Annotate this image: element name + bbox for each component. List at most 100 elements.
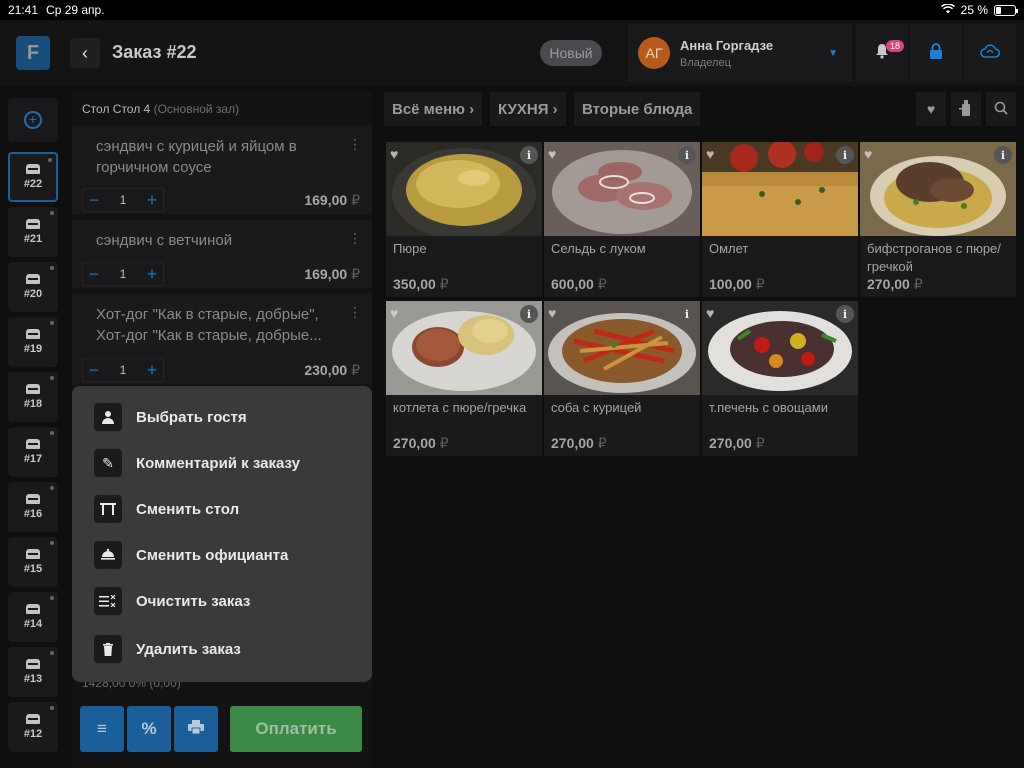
person-icon	[94, 403, 122, 431]
heart-icon[interactable]: ♥	[864, 146, 872, 162]
order-item[interactable]: Хот-дог "Как в старые, добрые", Хот-дог …	[72, 294, 372, 384]
product-price: 270,00 ₽	[551, 435, 607, 451]
product-card[interactable]: ♥ i Сельдь с луком 600,00 ₽	[544, 142, 700, 297]
quantity-value: 1	[119, 193, 127, 207]
status-badge[interactable]: Новый	[540, 40, 602, 66]
wifi-icon	[940, 3, 955, 17]
product-card[interactable]: ♥ i Омлет 100,00 ₽	[702, 142, 858, 297]
table-tab-12[interactable]: #12	[8, 702, 58, 752]
minus-button[interactable]: −	[83, 360, 105, 381]
menu-item-delete-order[interactable]: Удалить заказ	[94, 634, 241, 664]
menu-item-change-table[interactable]: Сменить стол	[94, 494, 239, 524]
discount-button[interactable]: %	[127, 706, 171, 752]
status-time: 21:41	[8, 3, 39, 17]
breadcrumb-all-menu[interactable]: Всё меню ›	[384, 92, 483, 126]
product-price: 600,00 ₽	[551, 276, 607, 292]
more-vertical-icon[interactable]: ⋮	[348, 304, 362, 321]
menu-item-order-comment[interactable]: ✎ Комментарий к заказу	[94, 448, 300, 478]
plus-button[interactable]: +	[141, 190, 163, 211]
pay-button[interactable]: Оплатить	[230, 706, 362, 752]
plus-button[interactable]: +	[141, 264, 163, 285]
info-icon[interactable]: i	[520, 146, 538, 164]
heart-icon[interactable]: ♥	[706, 146, 714, 162]
status-bar: 21:41 Ср 29 апр. 25 %	[0, 0, 1024, 20]
quantity-value: 1	[119, 267, 127, 281]
heart-icon[interactable]: ♥	[390, 305, 398, 321]
quantity-stepper: − 1 +	[82, 262, 164, 286]
product-card[interactable]: ♥ i бифстроганов с пюре/гречкой 270,00 ₽	[860, 142, 1016, 297]
product-image	[386, 142, 542, 236]
heart-icon[interactable]: ♥	[390, 146, 398, 162]
app-logo[interactable]: F	[16, 36, 50, 70]
info-icon[interactable]: i	[836, 305, 854, 323]
cloud-sync-button[interactable]	[964, 24, 1016, 82]
minus-button[interactable]: −	[83, 264, 105, 285]
filter-button[interactable]	[951, 92, 981, 126]
heart-icon[interactable]: ♥	[706, 305, 714, 321]
table-tab-16[interactable]: #16	[8, 482, 58, 532]
plus-button[interactable]: +	[141, 360, 163, 381]
favorites-button[interactable]: ♥	[916, 92, 946, 126]
quantity-value: 1	[119, 363, 127, 377]
info-icon[interactable]: i	[836, 146, 854, 164]
info-icon[interactable]: i	[520, 305, 538, 323]
menu-item-select-guest[interactable]: Выбрать гостя	[94, 402, 247, 432]
bottle-icon	[959, 99, 973, 119]
item-name: сэндвич с ветчиной	[96, 232, 233, 249]
info-icon[interactable]: i	[994, 146, 1012, 164]
search-icon	[994, 101, 1008, 118]
product-card[interactable]: ♥ i котлета с пюре/гречка 270,00 ₽	[386, 301, 542, 456]
item-name: сэндвич с курицей и яйцом в горчичном со…	[96, 138, 297, 176]
back-button[interactable]: ‹	[70, 38, 100, 68]
more-vertical-icon[interactable]: ⋮	[348, 136, 362, 153]
table-tab-22[interactable]: #22	[8, 152, 58, 202]
item-price: 169,00 ₽	[304, 266, 360, 282]
product-image	[702, 301, 858, 395]
menu-item-change-waiter[interactable]: Сменить официанта	[94, 540, 288, 570]
table-tab-21[interactable]: #21	[8, 207, 58, 257]
table-tab-15[interactable]: #15	[8, 537, 58, 587]
status-dot	[50, 596, 54, 600]
minus-button[interactable]: −	[83, 190, 105, 211]
table-icon	[26, 549, 40, 559]
product-card[interactable]: ♥ i т.печень с овощами 270,00 ₽	[702, 301, 858, 456]
table-tab-18[interactable]: #18	[8, 372, 58, 422]
waiter-icon	[94, 541, 122, 569]
info-icon[interactable]: i	[678, 146, 696, 164]
user-menu[interactable]: АГ Анна Горгадзе Владелец ▼	[628, 24, 852, 82]
product-card[interactable]: ♥ i соба с курицей 270,00 ₽	[544, 301, 700, 456]
order-item[interactable]: сэндвич с курицей и яйцом в горчичном со…	[72, 126, 372, 214]
app-header: F ‹ Заказ #22 Новый АГ Анна Горгадзе Вла…	[0, 20, 1024, 86]
pencil-icon: ✎	[94, 449, 122, 477]
table-tab-19[interactable]: #19	[8, 317, 58, 367]
status-dot	[50, 651, 54, 655]
more-vertical-icon[interactable]: ⋮	[348, 230, 362, 247]
plus-circle-icon: +	[24, 111, 42, 129]
table-tab-13[interactable]: #13	[8, 647, 58, 697]
table-tab-20[interactable]: #20	[8, 262, 58, 312]
order-item[interactable]: сэндвич с ветчиной ⋮ − 1 + 169,00 ₽	[72, 220, 372, 288]
status-dot	[50, 541, 54, 545]
product-name: Пюре	[393, 241, 427, 256]
info-icon[interactable]: i	[678, 305, 696, 323]
notifications-button[interactable]: 18	[856, 24, 908, 82]
heart-icon[interactable]: ♥	[548, 305, 556, 321]
printer-icon	[188, 719, 204, 739]
table-tab-14[interactable]: #14	[8, 592, 58, 642]
table-tab-17[interactable]: #17	[8, 427, 58, 477]
add-order-button[interactable]: +	[8, 98, 58, 142]
table-icon	[26, 604, 40, 614]
order-context-menu: Выбрать гостя ✎ Комментарий к заказу Сме…	[72, 386, 372, 682]
menu-button[interactable]: ≡	[80, 706, 124, 752]
lock-button[interactable]	[910, 24, 962, 82]
menu-item-clear-order[interactable]: Очистить заказ	[94, 586, 250, 616]
product-name: т.печень с овощами	[709, 400, 828, 415]
print-button[interactable]	[174, 706, 218, 752]
heart-icon[interactable]: ♥	[548, 146, 556, 162]
product-card[interactable]: ♥ i Пюре 350,00 ₽	[386, 142, 542, 297]
breadcrumb-main-courses[interactable]: Вторые блюда	[574, 92, 701, 126]
breadcrumb-kitchen[interactable]: КУХНЯ ›	[490, 92, 566, 126]
search-button[interactable]	[986, 92, 1016, 126]
product-price: 270,00 ₽	[709, 435, 765, 451]
item-name: Хот-дог "Как в старые, добрые", Хот-дог …	[96, 306, 322, 344]
